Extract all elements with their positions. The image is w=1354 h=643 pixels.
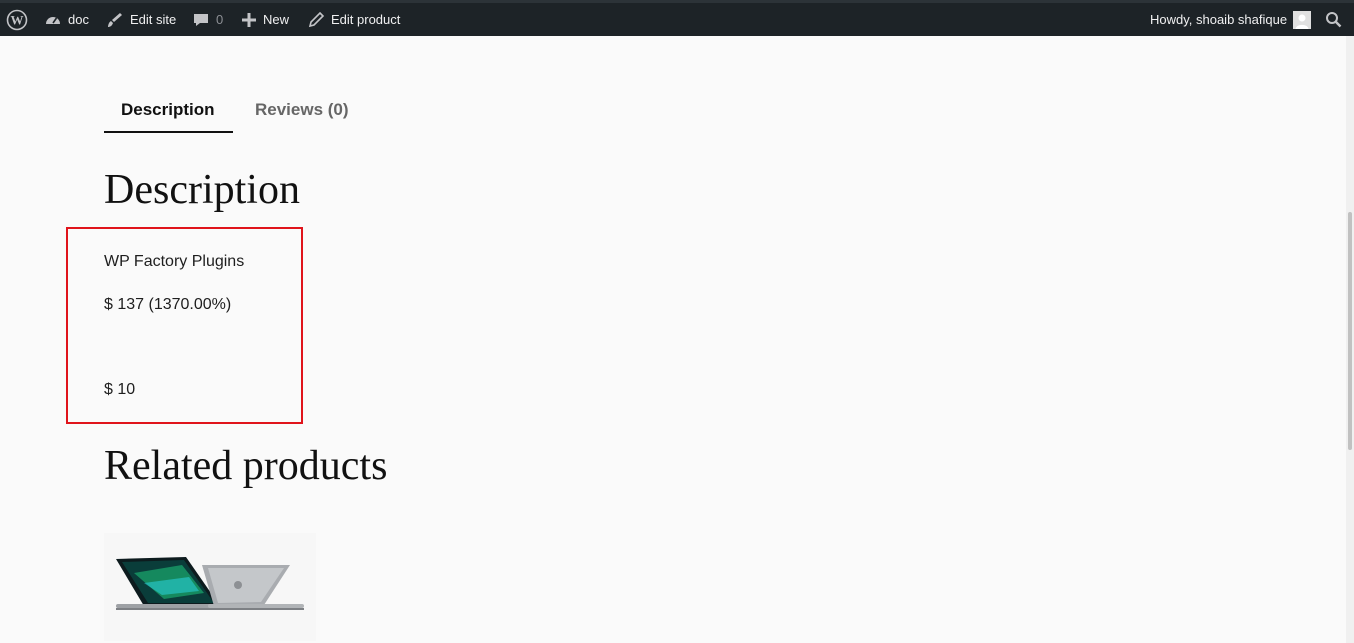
description-line-1: WP Factory Plugins <box>104 253 245 270</box>
comment-icon <box>192 11 210 29</box>
related-product-image[interactable] <box>104 533 316 641</box>
wordpress-logo-icon: W <box>6 9 28 31</box>
greeting: Howdy, shoaib shafique <box>1150 12 1288 27</box>
tab-description[interactable]: Description <box>121 100 215 120</box>
pencil-icon <box>308 11 325 28</box>
active-tab-underline <box>104 131 233 133</box>
description-line-3: $ 10 <box>104 381 136 398</box>
laptop-image <box>116 557 304 610</box>
new-label: New <box>263 12 290 27</box>
search-icon <box>1325 11 1342 28</box>
edit-site-label: Edit site <box>130 12 177 27</box>
vertical-scrollbar[interactable] <box>1346 36 1354 643</box>
plus-icon <box>241 12 257 28</box>
brush-icon <box>106 11 124 29</box>
description-line-2: $ 137 (1370.00%) <box>104 296 232 313</box>
comments-link[interactable]: 0 <box>192 3 223 36</box>
new-content-menu[interactable]: New <box>241 3 289 36</box>
search-button[interactable] <box>1325 3 1342 36</box>
svg-text:W: W <box>11 12 24 27</box>
comments-count: 0 <box>216 12 224 27</box>
my-account-menu[interactable]: Howdy, shoaib shafique <box>1150 3 1312 36</box>
site-name: doc <box>68 12 89 27</box>
wp-logo-menu[interactable]: W <box>6 3 28 36</box>
tab-reviews[interactable]: Reviews (0) <box>255 100 349 120</box>
edit-product-link[interactable]: Edit product <box>308 3 400 36</box>
admin-bar: W doc Edit site 0 New Edit product Howdy… <box>0 0 1354 36</box>
avatar-icon <box>1293 10 1312 29</box>
dashboard-icon <box>44 11 62 29</box>
edit-site-link[interactable]: Edit site <box>106 3 176 36</box>
site-name-menu[interactable]: doc <box>44 3 89 36</box>
related-products-heading: Related products <box>104 443 388 489</box>
scrollbar-thumb[interactable] <box>1348 212 1352 450</box>
description-heading: Description <box>104 167 300 213</box>
edit-product-label: Edit product <box>331 12 401 27</box>
